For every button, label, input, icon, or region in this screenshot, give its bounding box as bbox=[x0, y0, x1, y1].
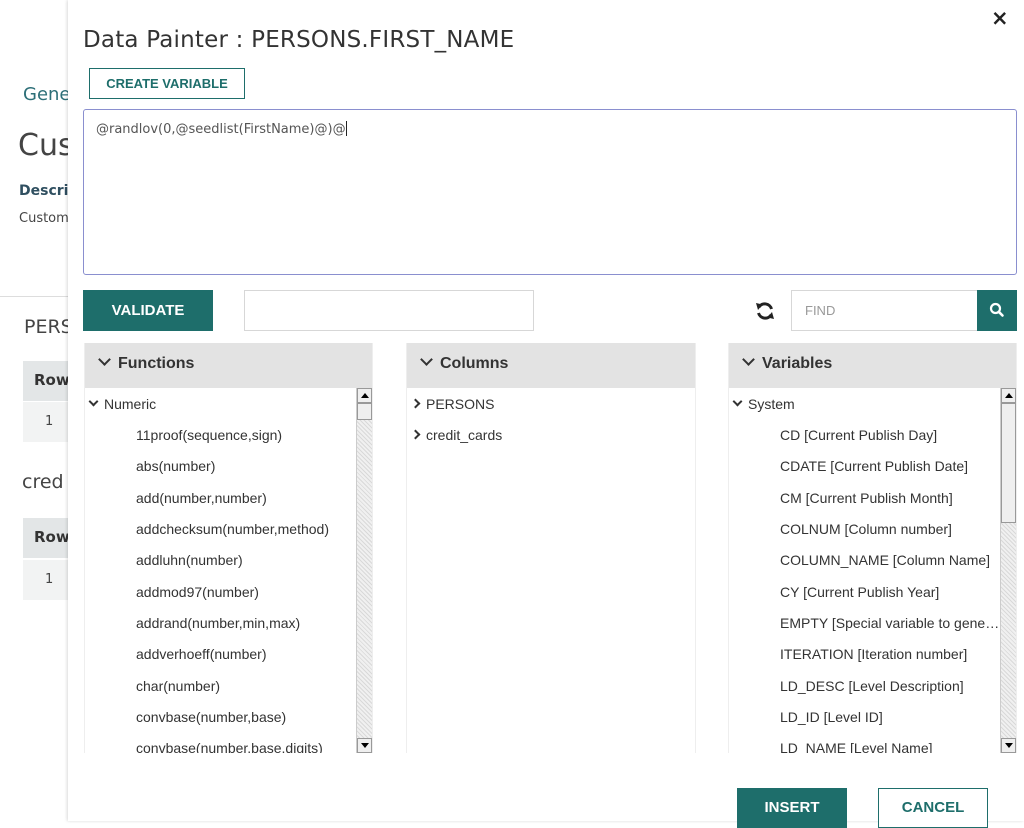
chevron-down-icon bbox=[742, 353, 755, 366]
search-icon bbox=[989, 302, 1004, 317]
list-item[interactable]: COLUMN_NAME [Column Name] bbox=[780, 552, 1000, 568]
list-item[interactable]: CM [Current Publish Month] bbox=[780, 490, 1000, 506]
close-icon[interactable]: × bbox=[991, 6, 1009, 30]
find-input[interactable]: FIND bbox=[791, 290, 977, 331]
tree-group-system[interactable]: System bbox=[732, 396, 795, 412]
list-item[interactable]: CD [Current Publish Day] bbox=[780, 427, 1000, 443]
bg-persons-section-title: PERS bbox=[24, 316, 73, 338]
functions-panel-header[interactable]: Functions bbox=[85, 343, 372, 388]
validate-button[interactable]: VALIDATE bbox=[83, 290, 213, 331]
modal-title: Data Painter : PERSONS.FIRST_NAME bbox=[83, 27, 515, 53]
bg-credit-section-title: cred bbox=[22, 471, 64, 493]
chevron-down-icon bbox=[420, 353, 433, 366]
list-item[interactable]: addrand(number,min,max) bbox=[136, 615, 300, 631]
functions-header-label: Functions bbox=[118, 355, 195, 372]
bg-description-label: Descri bbox=[19, 183, 69, 199]
bg-page-title: Cus bbox=[18, 128, 74, 163]
columns-panel: Columns PERSONS credit_cards bbox=[406, 343, 696, 753]
list-item[interactable]: addmod97(number) bbox=[136, 584, 259, 600]
list-item[interactable]: abs(number) bbox=[136, 458, 215, 474]
tree-item-credit-cards[interactable]: credit_cards bbox=[410, 427, 503, 443]
scrollbar-thumb[interactable] bbox=[357, 403, 372, 420]
list-item[interactable]: char(number) bbox=[136, 678, 220, 694]
list-item[interactable]: addverhoeff(number) bbox=[136, 646, 266, 662]
tree-item-label: credit_cards bbox=[426, 427, 503, 443]
list-item[interactable]: EMPTY [Special variable to generate empt… bbox=[780, 615, 1000, 631]
functions-list: Numeric 11proof(sequence,sign) abs(numbe… bbox=[85, 388, 372, 753]
chevron-down-icon bbox=[88, 396, 99, 407]
list-item[interactable]: addchecksum(number,method) bbox=[136, 521, 329, 537]
insert-button[interactable]: INSERT bbox=[737, 788, 847, 828]
list-item[interactable]: addluhn(number) bbox=[136, 552, 243, 568]
list-item[interactable]: CDATE [Current Publish Date] bbox=[780, 458, 1000, 474]
functions-panel: Functions Numeric 11proof(sequence,sign)… bbox=[84, 343, 373, 753]
list-item[interactable]: ITERATION [Iteration number] bbox=[780, 646, 1000, 662]
variables-header-label: Variables bbox=[762, 355, 833, 372]
find-search-button[interactable] bbox=[977, 290, 1017, 331]
bg-table-row[interactable]: 1 bbox=[23, 402, 68, 442]
tree-item-persons[interactable]: PERSONS bbox=[410, 396, 495, 412]
variables-panel: Variables System CD [Current Publish Day… bbox=[728, 343, 1017, 753]
variables-scrollbar[interactable] bbox=[1000, 388, 1016, 753]
chevron-right-icon bbox=[410, 429, 421, 440]
scroll-down-arrow-icon[interactable] bbox=[357, 738, 372, 753]
list-item[interactable]: LD_NAME [Level Name] bbox=[780, 740, 1000, 753]
list-item[interactable]: LD_ID [Level ID] bbox=[780, 709, 1000, 725]
data-painter-modal: × Data Painter : PERSONS.FIRST_NAME CREA… bbox=[68, 0, 1024, 828]
scrollbar-thumb[interactable] bbox=[1001, 403, 1016, 523]
chevron-right-icon bbox=[410, 398, 421, 409]
text-caret bbox=[345, 121, 347, 136]
bg-divider bbox=[0, 296, 68, 297]
refresh-icon[interactable] bbox=[755, 301, 775, 321]
chevron-down-icon bbox=[98, 353, 111, 366]
create-variable-button[interactable]: CREATE VARIABLE bbox=[89, 68, 245, 99]
columns-list: PERSONS credit_cards bbox=[407, 388, 695, 753]
list-item[interactable]: 11proof(sequence,sign) bbox=[136, 427, 282, 443]
variables-panel-header[interactable]: Variables bbox=[729, 343, 1016, 388]
functions-scrollbar[interactable] bbox=[356, 388, 372, 753]
columns-panel-header[interactable]: Columns bbox=[407, 343, 695, 388]
validation-result-field[interactable] bbox=[244, 290, 534, 331]
expression-editor[interactable]: @randlov(0,@seedlist(FirstName)@)@ bbox=[83, 109, 1017, 275]
bg-description-value: Custom bbox=[19, 211, 69, 226]
tree-item-label: PERSONS bbox=[426, 396, 495, 412]
scroll-up-arrow-icon[interactable] bbox=[1001, 388, 1016, 403]
list-item[interactable]: COLNUM [Column number] bbox=[780, 521, 1000, 537]
bg-table-header-row: Row bbox=[23, 518, 70, 558]
list-item[interactable]: convbase(number,base) bbox=[136, 709, 286, 725]
chevron-down-icon bbox=[732, 396, 743, 407]
list-item[interactable]: convbase(number,base,digits) bbox=[136, 740, 323, 753]
tree-group-label: System bbox=[748, 396, 795, 412]
variables-list: System CD [Current Publish Day] CDATE [C… bbox=[729, 388, 1016, 753]
bg-table-row[interactable]: 1 bbox=[23, 560, 68, 600]
tree-group-numeric[interactable]: Numeric bbox=[88, 396, 157, 412]
bg-tab-general[interactable]: Gene bbox=[23, 84, 71, 105]
list-item[interactable]: add(number,number) bbox=[136, 490, 267, 506]
tree-group-label: Numeric bbox=[104, 396, 157, 412]
columns-header-label: Columns bbox=[440, 355, 509, 372]
bg-table-header-row: Row bbox=[23, 361, 70, 401]
scroll-up-arrow-icon[interactable] bbox=[357, 388, 372, 403]
expression-text: @randlov(0,@seedlist(FirstName)@)@ bbox=[96, 122, 346, 137]
list-item[interactable]: LD_DESC [Level Description] bbox=[780, 678, 1000, 694]
cancel-button[interactable]: CANCEL bbox=[878, 788, 988, 828]
list-item[interactable]: CY [Current Publish Year] bbox=[780, 584, 1000, 600]
scroll-down-arrow-icon[interactable] bbox=[1001, 738, 1016, 753]
